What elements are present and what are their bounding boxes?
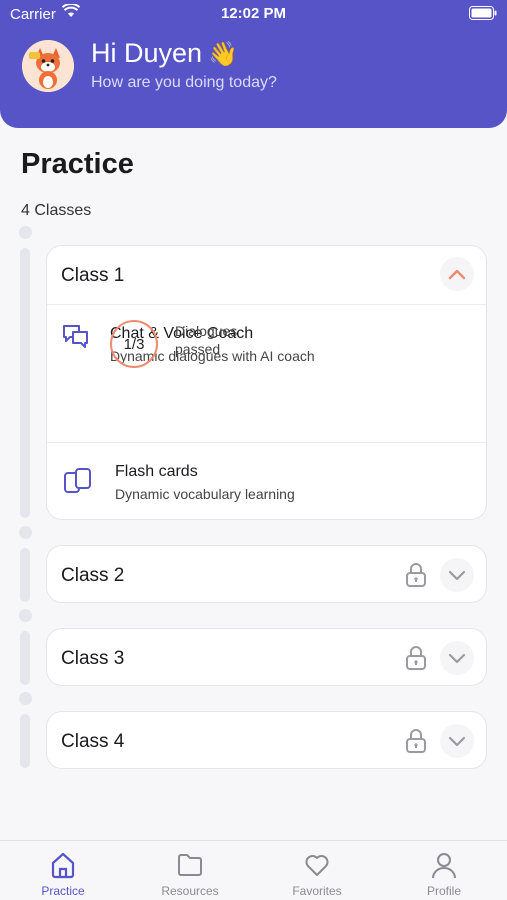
- tab-practice[interactable]: Practice: [0, 841, 126, 900]
- timeline-bar: [20, 548, 30, 602]
- lock-icon: [404, 562, 428, 588]
- battery-icon: [469, 6, 497, 24]
- lock-icon: [404, 728, 428, 754]
- tab-label: Practice: [41, 884, 85, 898]
- header: Carrier 12:02 PM Hi Duyen 👋 How are you d…: [0, 0, 507, 128]
- item-subtitle: Dynamic vocabulary learning: [115, 486, 295, 502]
- class-count: 4 Classes: [21, 202, 92, 219]
- greeting-text: Hi Duyen: [91, 38, 203, 68]
- timeline-dot: [19, 692, 32, 705]
- divider: [47, 442, 486, 443]
- tab-resources[interactable]: Resources: [127, 841, 253, 900]
- home-icon: [51, 852, 75, 879]
- tab-label: Favorites: [292, 884, 342, 898]
- lock-icon: [404, 645, 428, 671]
- person-icon: [432, 853, 456, 879]
- tab-profile[interactable]: Profile: [381, 841, 507, 900]
- folder-icon: [178, 854, 202, 876]
- greeting-subtitle: How are you doing today?: [91, 74, 277, 91]
- avatar[interactable]: [22, 40, 74, 92]
- class-title: Class 3: [61, 648, 125, 669]
- chat-bubbles-icon: [61, 322, 91, 352]
- status-time: 12:02 PM: [220, 5, 287, 22]
- progress-label: Dialogues passed: [175, 322, 237, 358]
- timeline-bar: [20, 714, 30, 768]
- timeline-bar: [20, 631, 30, 685]
- class-card-3[interactable]: Class 3: [46, 628, 487, 686]
- heart-icon: [305, 855, 329, 876]
- tab-bar: Practice Resources Favorites Profile: [0, 840, 507, 900]
- class-title[interactable]: Class 1: [61, 265, 124, 287]
- tab-label: Resources: [161, 884, 219, 898]
- progress-label-line: passed: [175, 341, 221, 357]
- timeline-dot: [19, 226, 32, 239]
- class-card-4[interactable]: Class 4: [46, 711, 487, 769]
- progress-label-line: Dialogues: [175, 323, 238, 339]
- tab-favorites[interactable]: Favorites: [254, 841, 380, 900]
- class-title: Class 4: [61, 731, 125, 752]
- chevron-up-icon[interactable]: [440, 257, 474, 291]
- page-title: Practice: [21, 148, 134, 180]
- progress-badge: 1/3: [110, 320, 158, 368]
- chevron-down-icon[interactable]: [440, 558, 474, 592]
- chevron-down-icon[interactable]: [440, 724, 474, 758]
- flash-cards-icon: [63, 466, 93, 496]
- fox-mascot-icon: [22, 40, 74, 92]
- waving-hand-icon: 👋: [208, 41, 238, 68]
- timeline-dot: [19, 526, 32, 539]
- chevron-down-icon[interactable]: [440, 641, 474, 675]
- divider: [47, 304, 486, 305]
- class-card-1: Class 1 Chat & Voice Coach Dynamic dialo…: [46, 245, 487, 520]
- class-title: Class 2: [61, 565, 125, 586]
- item-title: Flash cards: [115, 463, 198, 480]
- tab-label: Profile: [426, 884, 461, 898]
- greeting-title: Hi Duyen 👋: [91, 38, 238, 69]
- timeline-dot: [19, 609, 32, 622]
- class-card-2[interactable]: Class 2: [46, 545, 487, 603]
- timeline-bar: [20, 248, 30, 518]
- status-bar: Carrier 12:02 PM: [0, 0, 507, 28]
